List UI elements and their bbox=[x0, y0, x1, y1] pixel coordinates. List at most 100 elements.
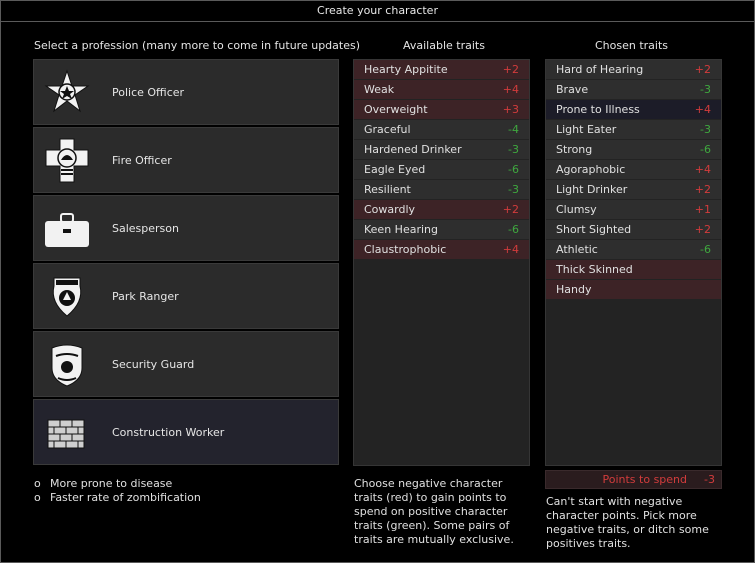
trait-cost: +2 bbox=[694, 183, 711, 196]
trait-cost: +2 bbox=[502, 203, 519, 216]
trait-name: Hard of Hearing bbox=[556, 63, 644, 76]
trait-cost: -3 bbox=[700, 83, 711, 96]
profession-label: Police Officer bbox=[112, 86, 185, 99]
trait-row[interactable]: Cowardly +2 bbox=[354, 200, 529, 219]
profession-label: Security Guard bbox=[112, 358, 195, 371]
profession-salesperson[interactable]: Salesperson bbox=[33, 195, 339, 261]
trait-row[interactable]: Eagle Eyed -6 bbox=[354, 160, 529, 179]
trait-row[interactable]: Resilient -3 bbox=[354, 180, 529, 199]
trait-cost: -6 bbox=[700, 143, 711, 156]
character-creation-window: Create your character Select a professio… bbox=[0, 0, 755, 563]
trait-name: Claustrophobic bbox=[364, 243, 447, 256]
bricks-icon bbox=[42, 408, 92, 458]
security-badge-icon bbox=[42, 340, 92, 390]
briefcase-icon bbox=[42, 204, 92, 254]
trait-name: Eagle Eyed bbox=[364, 163, 426, 176]
trait-name: Overweight bbox=[364, 103, 428, 116]
trait-row[interactable]: Hard of Hearing +2 bbox=[546, 60, 721, 79]
trait-cost: +1 bbox=[694, 203, 711, 216]
trait-cost: +4 bbox=[694, 163, 711, 176]
trait-cost: -6 bbox=[508, 223, 519, 236]
trait-row[interactable]: Keen Hearing -6 bbox=[354, 220, 529, 239]
trait-name: Short Sighted bbox=[556, 223, 632, 236]
police-badge-icon bbox=[42, 68, 92, 118]
trait-name: Brave bbox=[556, 83, 589, 96]
trait-cost: +4 bbox=[502, 243, 519, 256]
trait-row[interactable]: Clumsy +1 bbox=[546, 200, 721, 219]
available-traits-description: Choose negative character traits (red) t… bbox=[354, 477, 514, 546]
profession-list: Police Officer Fire Officer Salesperson … bbox=[33, 59, 339, 467]
trait-row[interactable]: Overweight +3 bbox=[354, 100, 529, 119]
trait-row[interactable]: Handy bbox=[546, 280, 721, 299]
trait-row[interactable]: Short Sighted +2 bbox=[546, 220, 721, 239]
trait-cost: -4 bbox=[508, 123, 519, 136]
trait-name: Hearty Appitite bbox=[364, 63, 448, 76]
points-label: Points to spend bbox=[602, 473, 687, 486]
fire-badge-icon bbox=[42, 136, 92, 186]
profession-security-guard[interactable]: Security Guard bbox=[33, 331, 339, 397]
available-traits-list[interactable]: Hearty Appitite +2 Weak +4 Overweight +3 Grace… bbox=[353, 59, 530, 466]
trait-cost: -3 bbox=[700, 123, 711, 136]
trait-name: Prone to Illness bbox=[556, 103, 640, 116]
window-title: Create your character bbox=[1, 1, 754, 22]
trait-name: Cowardly bbox=[364, 203, 416, 216]
points-value: -3 bbox=[704, 473, 715, 486]
trait-name: Handy bbox=[556, 283, 592, 296]
trait-row[interactable]: Graceful -4 bbox=[354, 120, 529, 139]
bullet-icon: o bbox=[34, 477, 41, 490]
trait-row[interactable]: Hardened Drinker -3 bbox=[354, 140, 529, 159]
trait-name: Thick Skinned bbox=[556, 263, 633, 276]
profession-label: Fire Officer bbox=[112, 154, 172, 167]
trait-cost: +2 bbox=[694, 63, 711, 76]
profession-park-ranger[interactable]: Park Ranger bbox=[33, 263, 339, 329]
trait-cost: +2 bbox=[502, 63, 519, 76]
trait-cost: -6 bbox=[508, 163, 519, 176]
negative-points-warning: Can't start with negative character poin… bbox=[546, 495, 709, 550]
available-traits-header: Available traits bbox=[403, 39, 485, 52]
trait-row[interactable]: Thick Skinned bbox=[546, 260, 721, 279]
trait-row[interactable]: Hearty Appitite +2 bbox=[354, 60, 529, 79]
points-to-spend: Points to spend -3 bbox=[545, 470, 722, 489]
chosen-traits-list[interactable]: Hard of Hearing +2 Brave -3 Prone to Illness… bbox=[545, 59, 722, 466]
trait-name: Graceful bbox=[364, 123, 411, 136]
trait-name: Resilient bbox=[364, 183, 411, 196]
trait-cost: +2 bbox=[694, 223, 711, 236]
profession-label: Construction Worker bbox=[112, 426, 225, 439]
bullet-icon: o bbox=[34, 491, 41, 504]
trait-row[interactable]: Athletic -6 bbox=[546, 240, 721, 259]
profession-police-officer[interactable]: Police Officer bbox=[33, 59, 339, 125]
trait-cost: -6 bbox=[700, 243, 711, 256]
trait-cost: -3 bbox=[508, 183, 519, 196]
trait-row[interactable]: Brave -3 bbox=[546, 80, 721, 99]
trait-name: Light Drinker bbox=[556, 183, 628, 196]
trait-row[interactable]: Weak +4 bbox=[354, 80, 529, 99]
trait-cost: -3 bbox=[508, 143, 519, 156]
trait-name: Clumsy bbox=[556, 203, 597, 216]
trait-row[interactable]: Agoraphobic +4 bbox=[546, 160, 721, 179]
trait-row[interactable]: Light Drinker +2 bbox=[546, 180, 721, 199]
profession-label: Park Ranger bbox=[112, 290, 179, 303]
ranger-badge-icon bbox=[42, 272, 92, 322]
trait-name: Hardened Drinker bbox=[364, 143, 462, 156]
trait-row[interactable]: Prone to Illness +4 bbox=[546, 100, 721, 119]
trait-row[interactable]: Light Eater -3 bbox=[546, 120, 721, 139]
profession-construction-worker[interactable]: Construction Worker bbox=[33, 399, 339, 465]
trait-name: Keen Hearing bbox=[364, 223, 438, 236]
trait-cost: +3 bbox=[502, 103, 519, 116]
effect-item: o Faster rate of zombification bbox=[34, 491, 201, 504]
trait-row[interactable]: Strong -6 bbox=[546, 140, 721, 159]
trait-row[interactable]: Claustrophobic +4 bbox=[354, 240, 529, 259]
chosen-traits-header: Chosen traits bbox=[595, 39, 669, 52]
trait-name: Strong bbox=[556, 143, 593, 156]
effect-item: o More prone to disease bbox=[34, 477, 173, 490]
profession-label: Salesperson bbox=[112, 222, 179, 235]
trait-name: Light Eater bbox=[556, 123, 617, 136]
trait-name: Athletic bbox=[556, 243, 598, 256]
trait-cost: +4 bbox=[502, 83, 519, 96]
trait-cost: +4 bbox=[694, 103, 711, 116]
profession-effects: o More prone to disease o Faster rate of z… bbox=[34, 477, 334, 505]
profession-fire-officer[interactable]: Fire Officer bbox=[33, 127, 339, 193]
professions-header: Select a profession (many more to come i… bbox=[34, 39, 361, 52]
trait-name: Weak bbox=[364, 83, 395, 96]
trait-name: Agoraphobic bbox=[556, 163, 626, 176]
